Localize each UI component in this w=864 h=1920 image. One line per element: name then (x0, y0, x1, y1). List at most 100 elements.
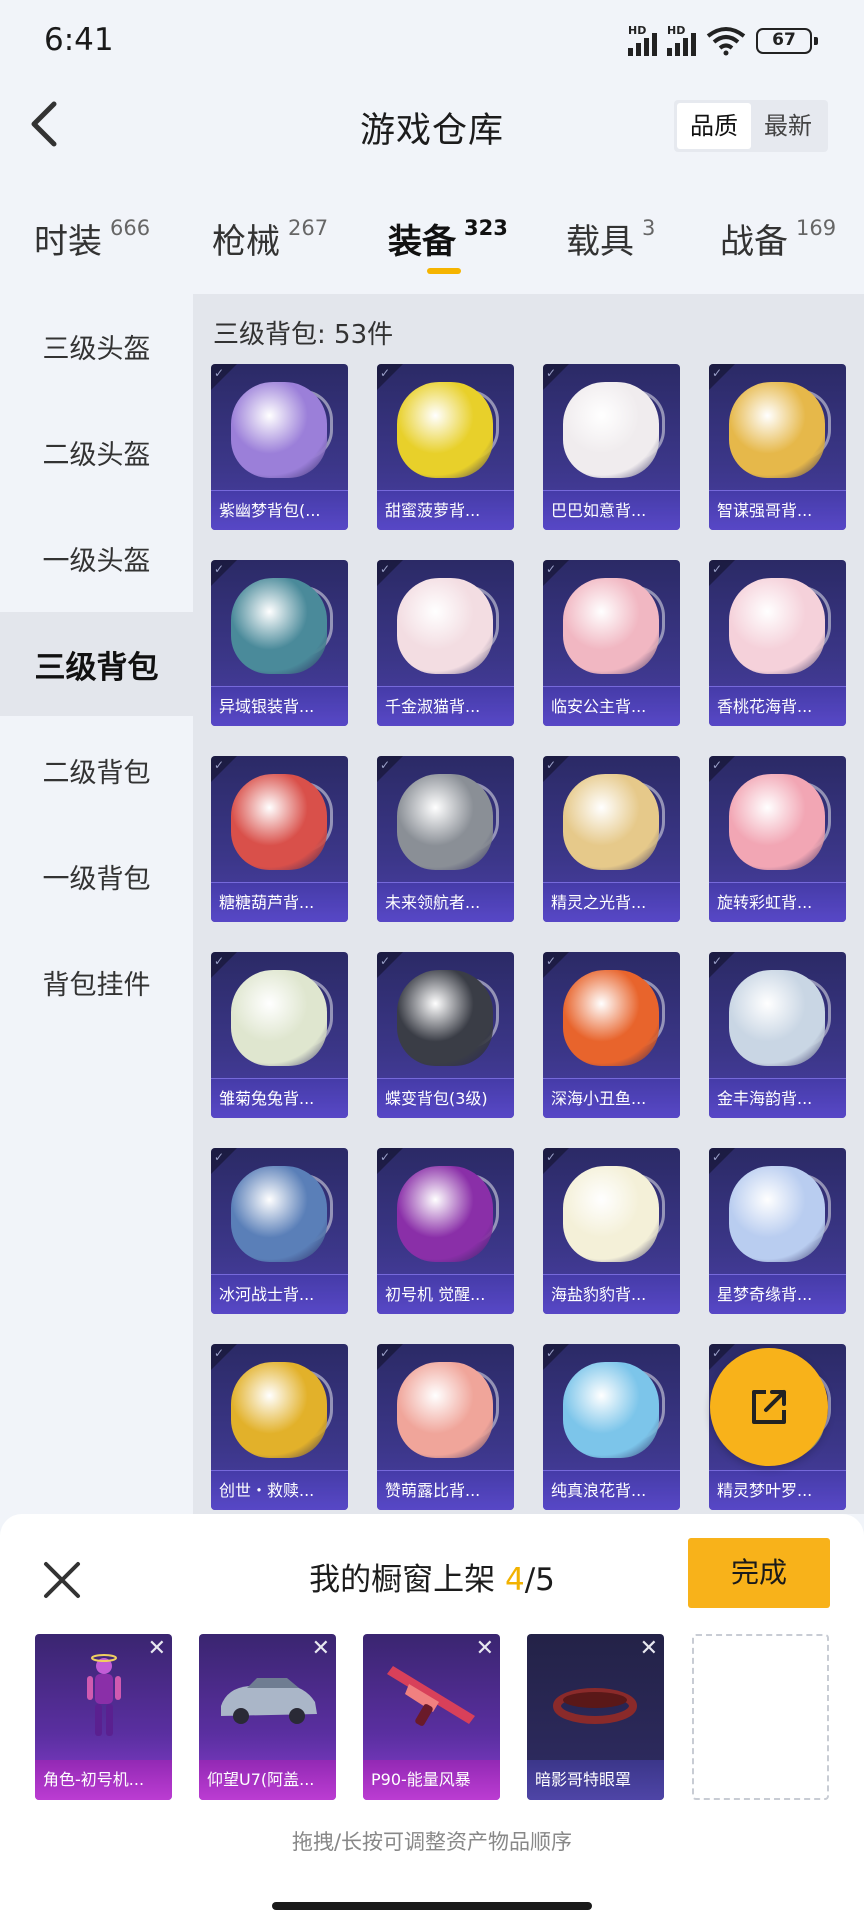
sidebar-item-backpack-2[interactable]: 二级背包 (0, 718, 193, 822)
backpack-icon (231, 970, 327, 1066)
reorder-hint: 拖拽/长按可调整资产物品顺序 (291, 1830, 573, 1854)
tab-guns[interactable]: 枪械 267 (212, 214, 328, 263)
sort-toggle: 品质 最新 (674, 100, 828, 152)
backpack-icon (729, 382, 825, 478)
backpack-icon (563, 970, 659, 1066)
backpack-icon (231, 1166, 327, 1262)
check-icon: ✓ (214, 758, 225, 772)
backpack-card[interactable]: ✓ 赞萌露比背... (377, 1344, 514, 1510)
tab-label: 时装 (34, 222, 102, 262)
backpack-card[interactable]: ✓ 未来领航者... (377, 756, 514, 922)
card-label: 蝶变背包(3级) (377, 1078, 514, 1118)
showcase-slot[interactable]: ✕ 仰望U7(阿盖... (199, 1634, 336, 1800)
check-icon: ✓ (214, 562, 225, 576)
backpack-icon (231, 774, 327, 870)
check-icon: ✓ (546, 562, 557, 576)
backpack-card[interactable]: ✓ 旋转彩虹背... (709, 756, 846, 922)
backpack-card[interactable]: ✓ 甜蜜菠萝背... (377, 364, 514, 530)
slot-label: P90-能量风暴 (363, 1760, 500, 1800)
backpack-card[interactable]: ✓ 雏菊兔兔背... (211, 952, 348, 1118)
backpack-icon (563, 1362, 659, 1458)
backpack-card[interactable]: ✓ 异域银装背... (211, 560, 348, 726)
backpack-card[interactable]: ✓ 香桃花海背... (709, 560, 846, 726)
backpack-card[interactable]: ✓ 星梦奇缘背... (709, 1148, 846, 1314)
empty-showcase-slot[interactable] (692, 1634, 829, 1800)
backpack-card[interactable]: ✓ 糖糖葫芦背... (211, 756, 348, 922)
check-icon: ✓ (546, 1346, 557, 1360)
remove-icon[interactable]: ✕ (640, 1638, 658, 1660)
eyepatch-icon (553, 1688, 637, 1724)
card-label: 巴巴如意背... (543, 490, 680, 530)
backpack-card[interactable]: ✓ 海盐豹豹背... (543, 1148, 680, 1314)
backpack-card[interactable]: ✓ 冰河战士背... (211, 1148, 348, 1314)
sidebar-item-helmet-3[interactable]: 三级头盔 (0, 294, 193, 398)
backpack-icon (729, 970, 825, 1066)
backpack-card[interactable]: ✓ 精灵之光背... (543, 756, 680, 922)
check-icon: ✓ (712, 758, 723, 772)
backpack-icon (231, 578, 327, 674)
sort-option-quality[interactable]: 品质 (677, 103, 751, 149)
card-label: 异域银装背... (211, 686, 348, 726)
showcase-slot[interactable]: ✕ 暗影哥特眼罩 (527, 1634, 664, 1800)
sidebar-item-helmet-1[interactable]: 一级头盔 (0, 506, 193, 610)
sidebar-item-helmet-2[interactable]: 二级头盔 (0, 400, 193, 504)
backpack-icon (397, 578, 493, 674)
sidebar-item-backpack-1[interactable]: 一级背包 (0, 824, 193, 928)
tab-vehicles[interactable]: 载具 3 (566, 214, 655, 263)
remove-icon[interactable]: ✕ (312, 1638, 330, 1660)
tab-label: 载具 (566, 222, 634, 262)
backpack-icon (397, 774, 493, 870)
sidebar-item-backpack-3[interactable]: 三级背包 (0, 612, 193, 716)
sort-option-newest[interactable]: 最新 (751, 103, 825, 149)
check-icon: ✓ (380, 1346, 391, 1360)
active-tab-indicator (427, 268, 461, 274)
status-icons: HD HD 67 (628, 24, 818, 56)
card-label: 智谋强哥背... (709, 490, 846, 530)
backpack-card[interactable]: ✓ 深海小丑鱼... (543, 952, 680, 1118)
backpack-icon (397, 970, 493, 1066)
tab-supplies[interactable]: 战备 169 (720, 214, 836, 263)
sidebar-item-backpack-charms[interactable]: 背包挂件 (0, 930, 193, 1034)
backpack-card[interactable]: ✓ 巴巴如意背... (543, 364, 680, 530)
backpack-card[interactable]: ✓ 纯真浪花背... (543, 1344, 680, 1510)
tab-label: 枪械 (212, 222, 280, 262)
backpack-card[interactable]: ✓ 紫幽梦背包(... (211, 364, 348, 530)
backpack-card[interactable]: ✓ 临安公主背... (543, 560, 680, 726)
card-label: 创世・救赎... (211, 1470, 348, 1510)
remove-icon[interactable]: ✕ (148, 1638, 166, 1660)
card-label: 金丰海韵背... (709, 1078, 846, 1118)
check-icon: ✓ (380, 758, 391, 772)
backpack-card[interactable]: ✓ 蝶变背包(3级) (377, 952, 514, 1118)
card-label: 临安公主背... (543, 686, 680, 726)
backpack-icon (563, 578, 659, 674)
done-button[interactable]: 完成 (688, 1538, 830, 1608)
showcase-count-total: /5 (524, 1562, 555, 1598)
card-label: 香桃花海背... (709, 686, 846, 726)
backpack-icon (729, 1166, 825, 1262)
card-label: 初号机 觉醒... (377, 1274, 514, 1314)
character-figure-icon (87, 1654, 121, 1736)
card-label: 星梦奇缘背... (709, 1274, 846, 1314)
slot-label: 仰望U7(阿盖... (199, 1760, 336, 1800)
backpack-card[interactable]: ✓ 创世・救赎... (211, 1344, 348, 1510)
subcategory-sidebar: 三级头盔 二级头盔 一级头盔 三级背包 二级背包 一级背包 背包挂件 (0, 294, 193, 1514)
showcase-slot[interactable]: ✕ 角色-初号机... (35, 1634, 172, 1800)
backpack-card[interactable]: ✓ 智谋强哥背... (709, 364, 846, 530)
tab-equipment[interactable]: 装备 323 (388, 214, 508, 263)
check-icon: ✓ (712, 1150, 723, 1164)
share-button[interactable] (710, 1348, 828, 1466)
check-icon: ✓ (380, 954, 391, 968)
backpack-icon (563, 1166, 659, 1262)
backpack-card[interactable]: ✓ 千金淑猫背... (377, 560, 514, 726)
backpack-card[interactable]: ✓ 初号机 觉醒... (377, 1148, 514, 1314)
backpack-icon (563, 382, 659, 478)
check-icon: ✓ (546, 954, 557, 968)
showcase-slot[interactable]: ✕ P90-能量风暴 (363, 1634, 500, 1800)
backpack-icon (231, 382, 327, 478)
card-label: 海盐豹豹背... (543, 1274, 680, 1314)
tab-count: 666 (110, 216, 151, 240)
slot-label: 角色-初号机... (35, 1760, 172, 1800)
backpack-card[interactable]: ✓ 金丰海韵背... (709, 952, 846, 1118)
tab-fashion[interactable]: 时装 666 (34, 214, 150, 263)
remove-icon[interactable]: ✕ (476, 1638, 494, 1660)
